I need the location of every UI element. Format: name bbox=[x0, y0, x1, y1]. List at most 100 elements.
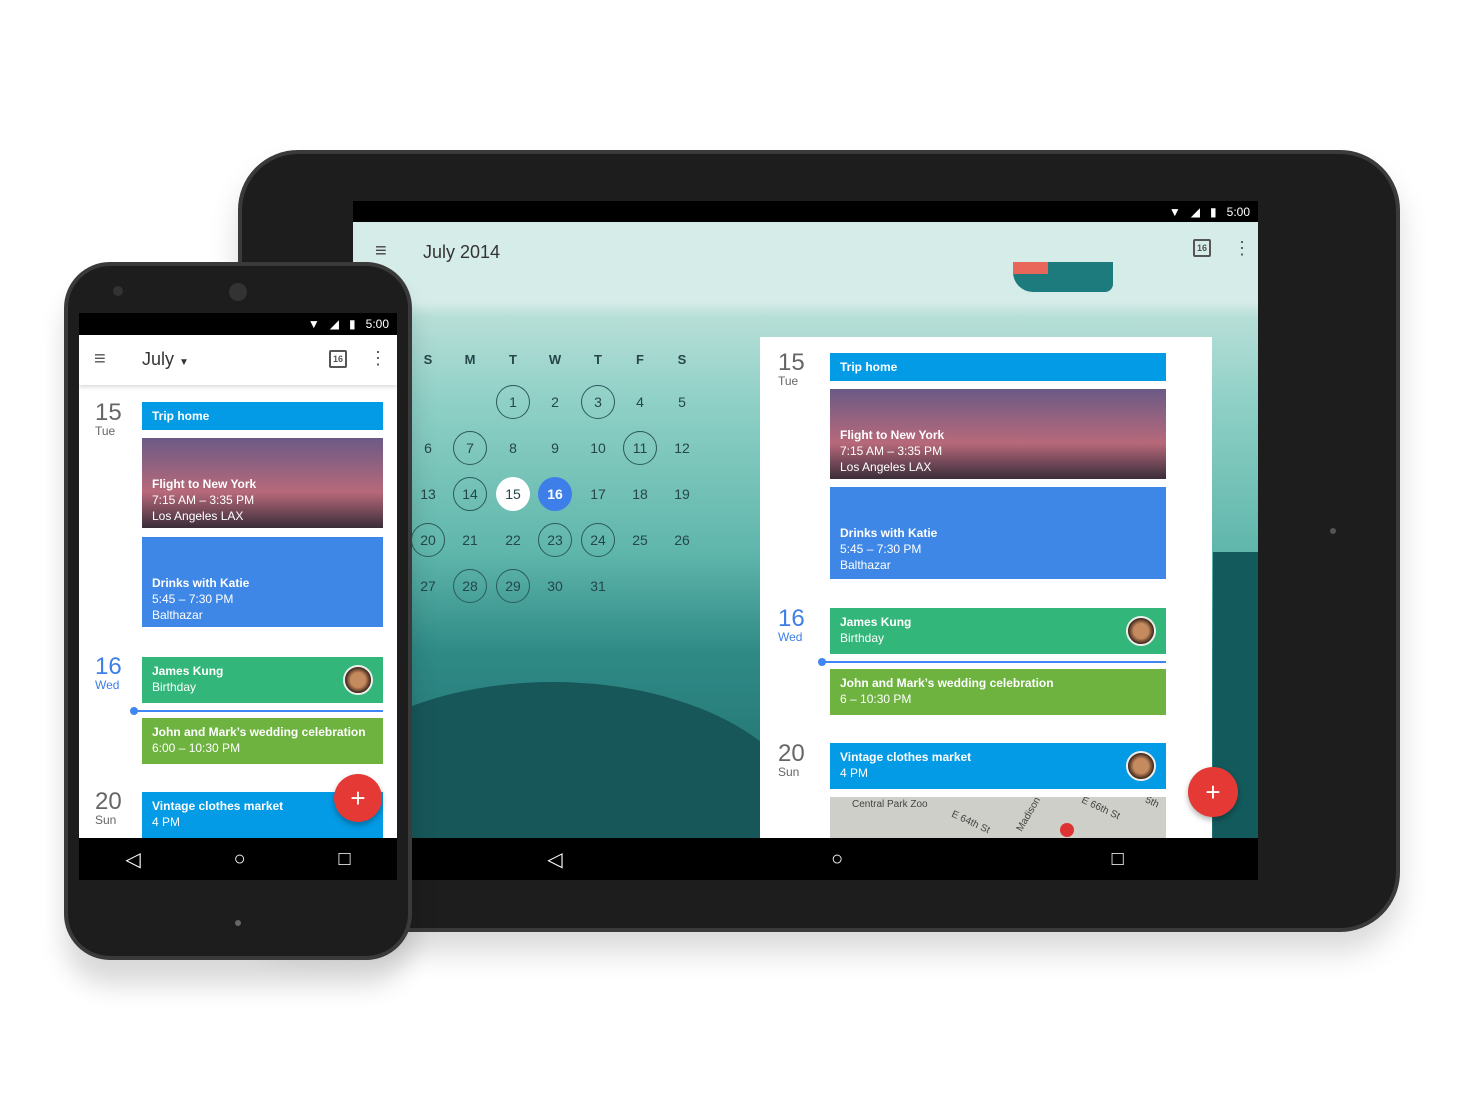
event-card[interactable]: Flight to New York 7:15 AM – 3:35 PM Los A… bbox=[830, 389, 1166, 479]
calendar-day[interactable]: 6 bbox=[411, 431, 445, 465]
event-title: John and Mark’s wedding celebration bbox=[152, 725, 366, 739]
calendar-day[interactable]: 26 bbox=[665, 523, 699, 557]
home-icon[interactable]: ○ bbox=[234, 848, 246, 871]
more-options-icon[interactable]: ⋮ bbox=[1233, 238, 1251, 259]
status-time: 5:00 bbox=[365, 317, 389, 331]
calendar-day[interactable]: 20 bbox=[411, 523, 445, 557]
event-card[interactable]: James Kung Birthday bbox=[830, 608, 1166, 654]
event-card[interactable]: James Kung Birthday bbox=[142, 657, 383, 703]
tablet-screen: ▼ ◢ ▮ 5:00 ≡ July 2014 16 ⋮ SMTWTFS12345678… bbox=[353, 201, 1258, 880]
create-event-button[interactable]: + bbox=[334, 774, 382, 822]
calendar-day[interactable]: 12 bbox=[665, 431, 699, 465]
event-title: James Kung bbox=[840, 615, 912, 629]
page-title: July 2014 bbox=[423, 242, 501, 262]
calendar-day[interactable]: 11 bbox=[623, 431, 657, 465]
event-map[interactable]: Central Park Zoo E 64th St Madison E 66th S… bbox=[830, 797, 1166, 838]
calendar-day[interactable]: 9 bbox=[538, 431, 572, 465]
calendar-day[interactable]: 15 bbox=[496, 477, 530, 511]
menu-icon[interactable]: ≡ bbox=[375, 240, 387, 263]
current-time-indicator bbox=[818, 658, 1166, 666]
calendar-day[interactable]: 13 bbox=[411, 477, 445, 511]
event-detail: 4 PM bbox=[152, 815, 181, 829]
month-selector[interactable]: July ▼ bbox=[142, 349, 189, 370]
map-label: Madison bbox=[1014, 797, 1044, 834]
calendar-day[interactable]: 29 bbox=[496, 569, 530, 603]
event-detail: Balthazar bbox=[152, 608, 203, 622]
signal-icon: ◢ bbox=[329, 317, 340, 331]
avatar bbox=[1126, 751, 1156, 781]
agenda-date: 16 Wed bbox=[778, 607, 805, 644]
home-icon[interactable]: ○ bbox=[831, 848, 843, 871]
calendar-day[interactable]: 31 bbox=[581, 569, 615, 603]
agenda-date: 15 Tue bbox=[778, 351, 805, 388]
calendar-day[interactable]: 8 bbox=[496, 431, 530, 465]
date-number: 16 bbox=[778, 605, 805, 632]
date-number: 16 bbox=[95, 653, 122, 680]
calendar-day[interactable]: 19 bbox=[665, 477, 699, 511]
event-detail: Los Angeles LAX bbox=[152, 509, 244, 523]
event-card[interactable]: Drinks with Katie 5:45 – 7:30 PM Balthazar bbox=[142, 537, 383, 627]
calendar-day[interactable]: 14 bbox=[453, 477, 487, 511]
status-bar: ▼ ◢ ▮ 5:00 bbox=[79, 313, 397, 335]
wifi-icon: ▼ bbox=[1168, 204, 1181, 219]
calendar-day[interactable]: 5 bbox=[665, 385, 699, 419]
back-icon[interactable]: ◁ bbox=[547, 847, 562, 872]
calendar-day[interactable]: 27 bbox=[411, 569, 445, 603]
event-card[interactable]: Trip home bbox=[142, 402, 383, 430]
recents-icon[interactable]: □ bbox=[1112, 848, 1124, 871]
menu-icon[interactable]: ≡ bbox=[94, 348, 106, 371]
weekday-header: T bbox=[509, 351, 517, 367]
avatar bbox=[343, 665, 373, 695]
create-event-button[interactable]: + bbox=[1188, 767, 1238, 817]
navigation-bar: ◁ ○ □ bbox=[413, 838, 1258, 880]
event-detail: 6 – 10:30 PM bbox=[840, 692, 912, 706]
event-card[interactable]: Vintage clothes market 4 PM bbox=[830, 743, 1166, 789]
calendar-day[interactable]: 21 bbox=[453, 523, 487, 557]
calendar-day[interactable]: 4 bbox=[623, 385, 657, 419]
calendar-day[interactable]: 22 bbox=[496, 523, 530, 557]
event-card[interactable]: Trip home bbox=[830, 353, 1166, 381]
calendar-day[interactable]: 25 bbox=[623, 523, 657, 557]
map-pin-icon bbox=[1060, 823, 1074, 837]
calendar-day[interactable]: 18 bbox=[623, 477, 657, 511]
dropdown-arrow-icon: ▼ bbox=[179, 357, 189, 368]
battery-icon: ▮ bbox=[1210, 204, 1217, 219]
calendar-day[interactable]: 10 bbox=[581, 431, 615, 465]
app-bar: ≡ July ▼ 16 ⋮ bbox=[79, 335, 397, 385]
date-number: 20 bbox=[778, 740, 805, 767]
hill-illustration bbox=[353, 682, 813, 838]
more-options-icon[interactable]: ⋮ bbox=[369, 348, 387, 369]
today-button[interactable]: 16 bbox=[1193, 239, 1211, 257]
event-title: Drinks with Katie bbox=[152, 576, 250, 590]
event-card[interactable]: Flight to New York 7:15 AM – 3:35 PM Los A… bbox=[142, 438, 383, 528]
calendar-day[interactable]: 7 bbox=[453, 431, 487, 465]
calendar-day[interactable]: 1 bbox=[496, 385, 530, 419]
event-detail: 5:45 – 7:30 PM bbox=[840, 542, 922, 556]
weekday-header: S bbox=[423, 351, 433, 367]
calendar-day[interactable]: 3 bbox=[581, 385, 615, 419]
map-label: Central Park Zoo bbox=[852, 799, 928, 810]
calendar-day[interactable]: 30 bbox=[538, 569, 572, 603]
calendar-day[interactable]: 28 bbox=[453, 569, 487, 603]
calendar-day[interactable]: 16 bbox=[538, 477, 572, 511]
date-weekday: Sun bbox=[778, 765, 800, 779]
avatar bbox=[1126, 616, 1156, 646]
back-icon[interactable]: ◁ bbox=[125, 847, 140, 872]
calendar-day[interactable]: 17 bbox=[581, 477, 615, 511]
today-button[interactable]: 16 bbox=[329, 350, 347, 368]
map-label: E 66th St bbox=[1079, 797, 1122, 823]
event-card[interactable]: John and Mark’s wedding celebration 6:00 … bbox=[142, 718, 383, 764]
event-detail: Balthazar bbox=[840, 558, 891, 572]
current-time-indicator bbox=[130, 707, 383, 715]
calendar-day[interactable]: 23 bbox=[538, 523, 572, 557]
calendar-day[interactable]: 2 bbox=[538, 385, 572, 419]
event-detail: Birthday bbox=[152, 680, 197, 694]
phone-screen: ▼ ◢ ▮ 5:00 ≡ July ▼ 16 ⋮ 15 Tue Trip home Flig… bbox=[79, 313, 397, 880]
weekday-header: M bbox=[464, 351, 476, 367]
event-card[interactable]: Drinks with Katie 5:45 – 7:30 PM Balthazar bbox=[830, 487, 1166, 579]
event-card[interactable]: John and Mark’s wedding celebration 6 – 1… bbox=[830, 669, 1166, 715]
recents-icon[interactable]: □ bbox=[338, 848, 350, 871]
event-title: Drinks with Katie bbox=[840, 526, 938, 540]
calendar-day[interactable]: 24 bbox=[581, 523, 615, 557]
map-label: E 64th St bbox=[949, 808, 992, 837]
